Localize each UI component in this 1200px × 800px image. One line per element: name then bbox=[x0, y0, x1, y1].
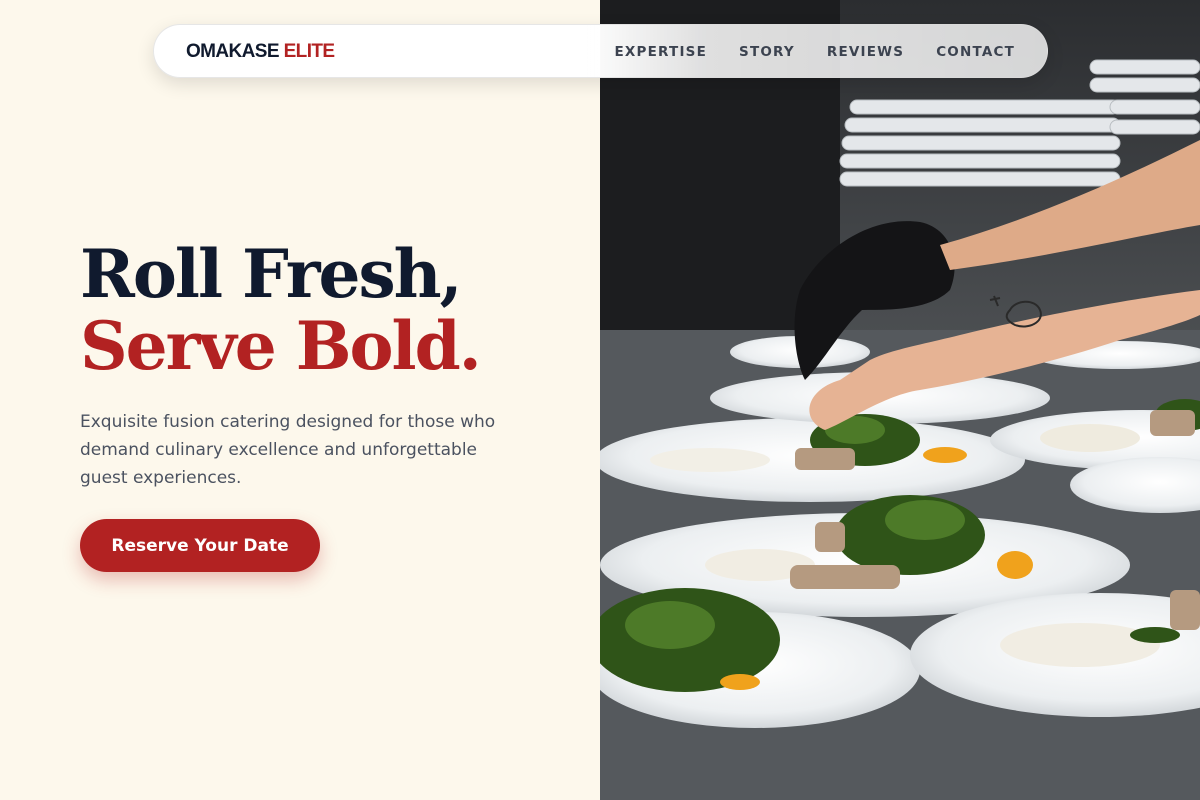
hero-title: Roll Fresh, Serve Bold. bbox=[80, 235, 482, 385]
reserve-date-button[interactable]: Reserve Your Date bbox=[80, 519, 320, 572]
hero-photo bbox=[600, 0, 1200, 800]
brand-logo[interactable]: OMAKASE ELITE bbox=[186, 41, 335, 63]
top-navbar: OMAKASE ELITE EXPERTISE STORY REVIEWS CO… bbox=[153, 24, 1048, 78]
hero-title-line2: Serve Bold. bbox=[80, 307, 482, 385]
hero-subtitle: Exquisite fusion catering designed for t… bbox=[80, 412, 496, 488]
nav-link-story[interactable]: STORY bbox=[739, 44, 795, 60]
nav-link-contact[interactable]: CONTACT bbox=[936, 44, 1015, 60]
nav-link-expertise[interactable]: EXPERTISE bbox=[615, 44, 708, 60]
brand-name-accent: ELITE bbox=[283, 41, 335, 62]
hero-left-panel bbox=[0, 0, 600, 800]
brand-name: OMAKASE bbox=[186, 41, 280, 62]
nav-link-reviews[interactable]: REVIEWS bbox=[827, 44, 904, 60]
plating-photo-illustration bbox=[600, 0, 1200, 800]
hero-title-line1: Roll Fresh, bbox=[80, 235, 463, 313]
nav-links: EXPERTISE STORY REVIEWS CONTACT bbox=[615, 25, 1016, 79]
